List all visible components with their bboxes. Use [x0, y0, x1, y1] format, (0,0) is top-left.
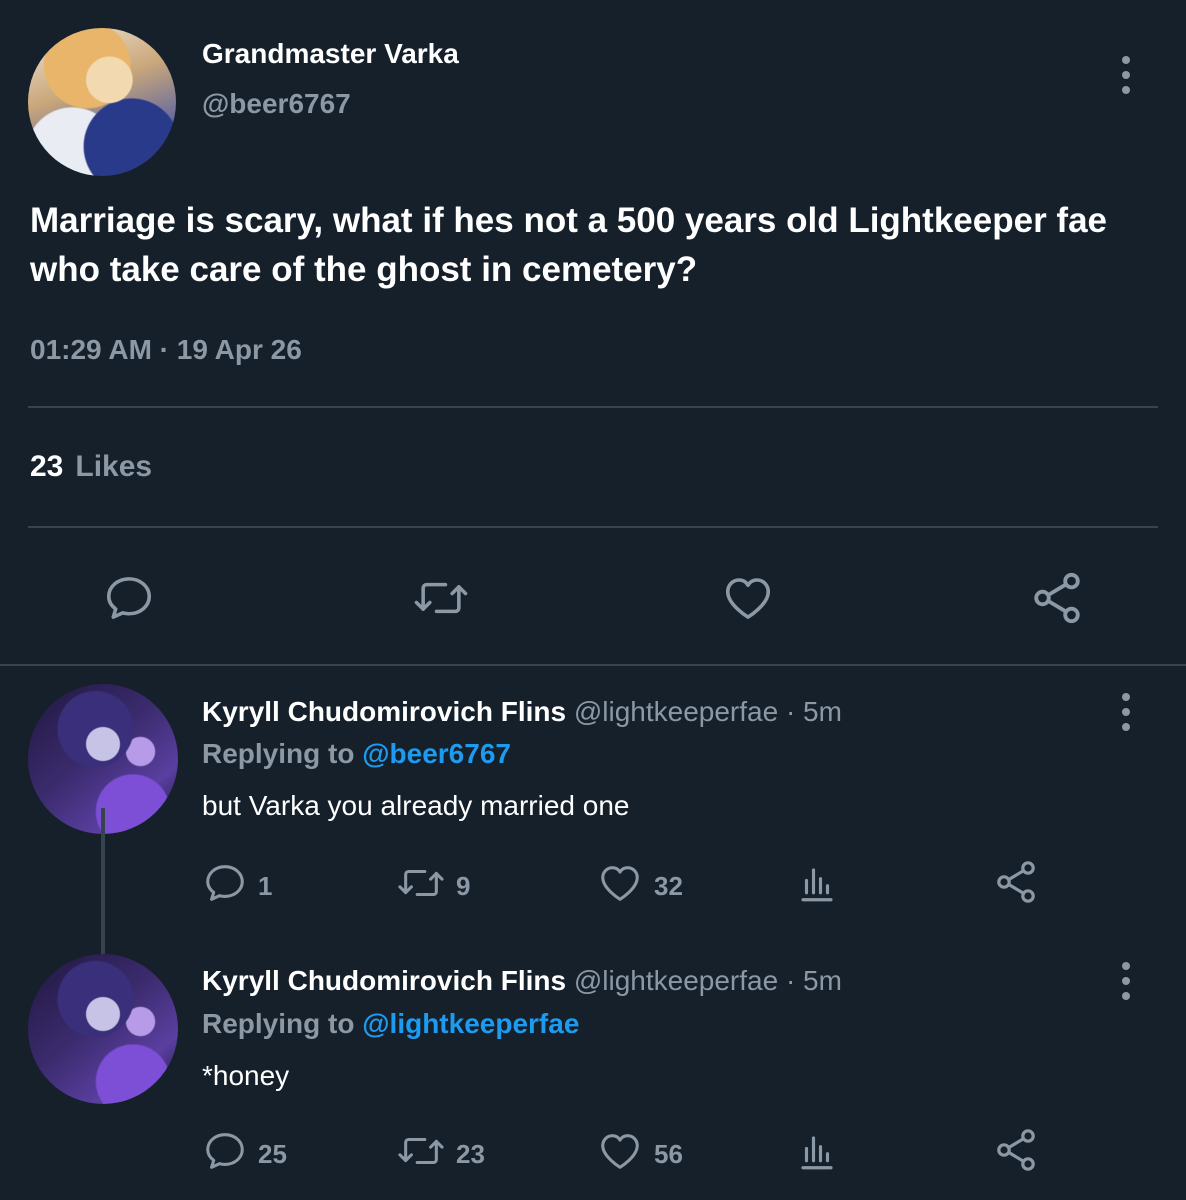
- display-name[interactable]: Kyryll Chudomirovich Flins: [202, 696, 566, 727]
- reply-text: *honey: [202, 1060, 290, 1091]
- replying-to-link[interactable]: @lightkeeperfae: [362, 1008, 579, 1039]
- reply-icon[interactable]: [102, 571, 156, 625]
- divider: [28, 406, 1158, 408]
- retweet-icon: [396, 860, 446, 913]
- replying-to: Replying to @beer6767: [202, 738, 511, 770]
- like-count: 56: [654, 1139, 683, 1169]
- replying-to-link[interactable]: @beer6767: [362, 738, 511, 769]
- share-icon[interactable]: [1028, 569, 1086, 627]
- reply-count: 1: [258, 871, 273, 901]
- likes-number: 23: [30, 450, 64, 483]
- retweet-action[interactable]: 9: [396, 860, 470, 913]
- reply-action[interactable]: 25: [202, 1128, 287, 1181]
- like-action[interactable]: 32: [596, 860, 683, 913]
- divider: [0, 664, 1186, 666]
- retweet-count: 23: [456, 1139, 485, 1169]
- more-options-icon[interactable]: [1121, 56, 1131, 94]
- reply-text: but Varka you already married one: [202, 790, 630, 821]
- analytics-icon[interactable]: [796, 862, 838, 906]
- analytics-icon[interactable]: [796, 1130, 838, 1174]
- more-options-icon[interactable]: [1121, 693, 1131, 731]
- more-options-icon[interactable]: [1121, 962, 1131, 1000]
- retweet-action[interactable]: 23: [396, 1128, 485, 1181]
- reply-action[interactable]: 1: [202, 860, 272, 913]
- reply-icon: [202, 860, 248, 913]
- user-handle[interactable]: @beer6767: [202, 88, 351, 120]
- like-icon[interactable]: [720, 571, 776, 625]
- tweet-text: Marriage is scary, what if hes not a 500…: [30, 201, 1108, 289]
- replying-prefix: Replying to: [202, 738, 355, 769]
- reply-header[interactable]: Kyryll Chudomirovich Flins @lightkeeperf…: [202, 696, 842, 728]
- likes-count[interactable]: 23 Likes: [30, 450, 152, 484]
- reply-meta: @lightkeeperfae · 5m: [573, 965, 842, 996]
- display-name[interactable]: Grandmaster Varka: [202, 38, 459, 70]
- replying-prefix: Replying to: [202, 1008, 355, 1039]
- reply-count: 25: [258, 1139, 287, 1169]
- reply-meta: @lightkeeperfae · 5m: [573, 696, 842, 727]
- reply-icon: [202, 1128, 248, 1181]
- like-action[interactable]: 56: [596, 1128, 683, 1181]
- reply-header[interactable]: Kyryll Chudomirovich Flins @lightkeeperf…: [202, 965, 842, 997]
- share-icon[interactable]: [992, 858, 1040, 906]
- thread-line: [101, 808, 105, 954]
- like-icon: [596, 1128, 644, 1181]
- retweet-count: 9: [456, 871, 471, 901]
- avatar[interactable]: [28, 28, 176, 176]
- tweet-timestamp: 01:29 AM · 19 Apr 26: [30, 334, 302, 365]
- retweet-icon: [396, 1128, 446, 1181]
- display-name[interactable]: Kyryll Chudomirovich Flins: [202, 965, 566, 996]
- share-icon[interactable]: [992, 1126, 1040, 1174]
- like-icon: [596, 860, 644, 913]
- retweet-icon[interactable]: [412, 571, 470, 625]
- like-count: 32: [654, 871, 683, 901]
- replying-to: Replying to @lightkeeperfae: [202, 1008, 579, 1040]
- divider: [28, 526, 1158, 528]
- avatar[interactable]: [28, 954, 178, 1104]
- likes-label: Likes: [75, 450, 153, 483]
